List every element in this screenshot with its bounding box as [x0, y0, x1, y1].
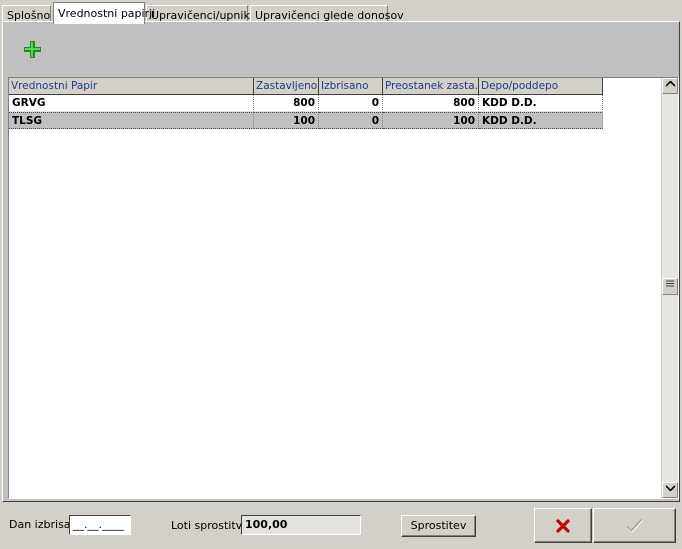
cell-depo: KDD D.D. — [479, 112, 603, 129]
column-header-depo[interactable]: Depo/poddepo — [479, 78, 603, 95]
dan-izbrisa-label: Dan izbrisa — [9, 518, 71, 531]
loti-sprostitve-field: 100,00 — [241, 515, 361, 535]
dan-izbrisa-input[interactable]: __.__.____ — [69, 515, 131, 535]
tab-panel: Vrednostni Papir Zastavljeno Izbrisano P… — [2, 21, 680, 502]
scroll-up-button[interactable] — [662, 78, 678, 94]
table-row[interactable]: GRVG 800 0 800 KDD D.D. — [9, 95, 603, 112]
cell-papir: GRVG — [9, 95, 254, 112]
cell-izbrisano: 0 — [319, 112, 383, 129]
column-header-zastavljeno[interactable]: Zastavljeno — [254, 78, 319, 95]
cell-depo: KDD D.D. — [479, 95, 603, 112]
cell-izbrisano: 0 — [319, 95, 383, 112]
cell-zastavljeno: 100 — [254, 112, 319, 129]
confirm-button[interactable] — [593, 508, 676, 543]
x-icon — [556, 518, 570, 533]
securities-grid: Vrednostni Papir Zastavljeno Izbrisano P… — [8, 77, 679, 499]
cell-papir: TLSG — [9, 112, 254, 129]
column-header-izbrisano[interactable]: Izbrisano — [319, 78, 383, 95]
scroll-thumb[interactable] — [662, 278, 678, 295]
grip-icon — [666, 280, 674, 287]
cancel-button[interactable] — [534, 508, 592, 543]
grid-header: Vrednostni Papir Zastavljeno Izbrisano P… — [9, 78, 603, 95]
loti-sprostitve-label: Loti sprostitve — [171, 519, 249, 532]
check-icon — [626, 518, 643, 533]
cell-preostanek: 100 — [383, 112, 479, 129]
add-button[interactable] — [22, 39, 44, 61]
plus-icon — [24, 41, 41, 58]
column-header-vrednostni-papir[interactable]: Vrednostni Papir — [9, 78, 254, 95]
table-row-selected[interactable]: TLSG 100 0 100 KDD D.D. — [9, 112, 603, 129]
column-header-preostanek[interactable]: Preostanek zasta... — [383, 78, 479, 95]
cell-preostanek: 800 — [383, 95, 479, 112]
tab-vrednostni-papirji[interactable]: Vrednostni papirji — [53, 2, 155, 24]
vertical-scrollbar[interactable] — [661, 78, 678, 498]
chevron-up-icon — [664, 80, 676, 87]
bottom-bar: Dan izbrisa __.__.____ Loti sprostitve 1… — [0, 503, 682, 549]
sprostitev-button[interactable]: Sprostitev — [401, 515, 476, 537]
cell-zastavljeno: 800 — [254, 95, 319, 112]
chevron-down-icon — [664, 485, 676, 492]
scroll-down-button[interactable] — [662, 482, 678, 498]
